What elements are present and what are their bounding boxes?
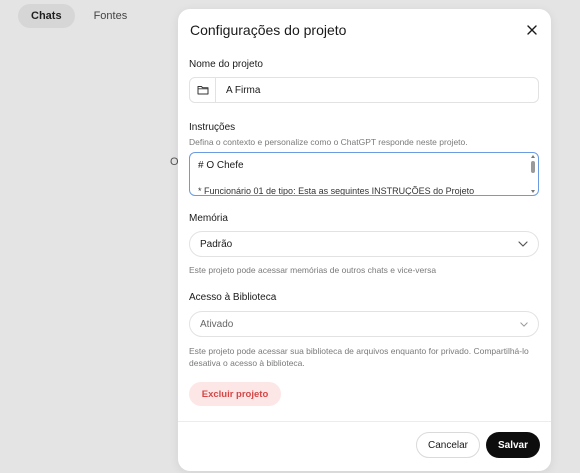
tab-fontes[interactable]: Fontes <box>81 4 141 28</box>
memory-hint: Este projeto pode acessar memórias de ou… <box>189 265 437 275</box>
close-button[interactable] <box>523 21 541 39</box>
project-name-input[interactable] <box>224 83 528 97</box>
background-tabs: Chats Fontes <box>18 4 140 28</box>
footer-divider <box>178 421 551 422</box>
dialog-title: Configurações do projeto <box>190 22 347 38</box>
instructions-scrollbar[interactable] <box>530 155 536 193</box>
library-selected-value: Ativado <box>200 318 234 330</box>
instructions-line-1: # O Chefe <box>198 160 244 171</box>
close-icon <box>527 25 537 35</box>
memory-label: Memória <box>189 213 228 224</box>
cancel-button[interactable]: Cancelar <box>416 432 480 458</box>
library-hint-line-1: Este projeto pode acessar sua biblioteca… <box>189 346 529 356</box>
library-hint-line-2: desativa o acesso à biblioteca. <box>189 358 305 368</box>
instructions-label: Instruções <box>189 122 236 133</box>
tab-chats[interactable]: Chats <box>18 4 75 28</box>
project-name-label: Nome do projeto <box>189 59 263 70</box>
chevron-down-icon <box>520 321 528 327</box>
chevron-down-icon <box>518 241 528 247</box>
library-access-label: Acesso à Biblioteca <box>189 292 277 303</box>
memory-select[interactable]: Padrão <box>189 231 539 257</box>
instructions-textarea[interactable]: # O Chefe * Funcionário 01 de tipo: Esta… <box>189 152 539 196</box>
scroll-down-arrow-icon[interactable] <box>531 190 535 193</box>
scroll-up-arrow-icon[interactable] <box>531 155 535 158</box>
folder-icon-box <box>190 78 216 102</box>
folder-icon <box>197 86 208 95</box>
instructions-line-2: * Funcionário 01 de tipo: Esta as seguin… <box>198 186 475 196</box>
library-access-select[interactable]: Ativado <box>189 311 539 337</box>
memory-selected-value: Padrão <box>200 238 233 250</box>
instructions-hint: Defina o contexto e personalize como o C… <box>189 137 468 147</box>
scroll-thumb[interactable] <box>531 161 535 173</box>
project-settings-dialog: Configurações do projeto Nome do projeto… <box>178 9 551 471</box>
save-button[interactable]: Salvar <box>486 432 540 458</box>
delete-project-button[interactable]: Excluir projeto <box>189 382 281 406</box>
project-name-field <box>189 77 539 103</box>
